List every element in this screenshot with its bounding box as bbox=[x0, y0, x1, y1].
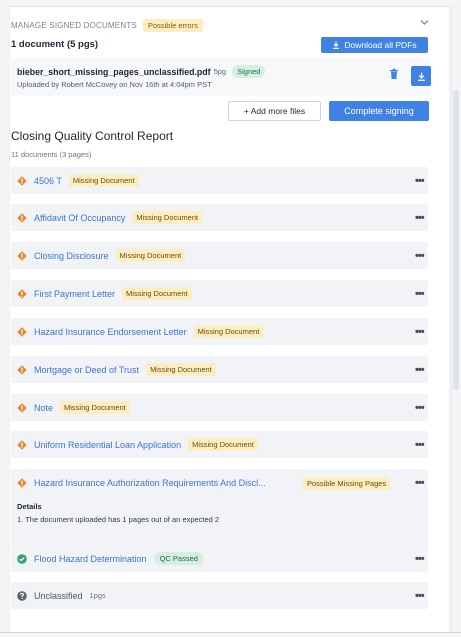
download-icon bbox=[333, 41, 340, 49]
file-name[interactable]: bieber_short_missing_pages_unclassified.… bbox=[17, 67, 211, 77]
download-all-label: Download all PDFs bbox=[344, 40, 417, 50]
file-pages: 5pg bbox=[213, 67, 227, 76]
section-header: MANAGE SIGNED DOCUMENTS Possible errors bbox=[11, 17, 203, 33]
diamond-warning-icon bbox=[17, 288, 27, 299]
details-heading: Details bbox=[17, 502, 42, 511]
status-badge: Missing Document bbox=[132, 211, 203, 224]
scrollbar-thumb[interactable] bbox=[453, 90, 459, 390]
document-link[interactable]: Uniform Residential Loan Application bbox=[34, 440, 181, 450]
document-link[interactable]: Flood Hazard Determination bbox=[34, 554, 147, 564]
diamond-warning-icon bbox=[17, 477, 27, 488]
more-dots-icon[interactable]: ••• bbox=[415, 167, 425, 194]
list-item: Unclassified 1pgs ••• bbox=[11, 582, 428, 609]
document-link[interactable]: 4506 T bbox=[34, 176, 62, 186]
document-label: Unclassified bbox=[34, 590, 83, 601]
list-item: Hazard Insurance Endorsement Letter Miss… bbox=[11, 318, 428, 345]
list-item: Uniform Residential Loan Application Mis… bbox=[11, 431, 428, 458]
diamond-warning-icon bbox=[17, 175, 27, 186]
report-title: Closing Quality Control Report bbox=[11, 129, 174, 143]
diamond-warning-icon bbox=[17, 439, 27, 450]
more-dots-icon[interactable]: ••• bbox=[415, 204, 425, 231]
more-dots-icon[interactable]: ••• bbox=[415, 431, 425, 458]
signed-badge: Signed bbox=[232, 65, 266, 78]
document-link[interactable]: Hazard Insurance Endorsement Letter bbox=[34, 327, 187, 337]
status-badge: QC Passed bbox=[153, 552, 204, 565]
add-more-files-button[interactable]: + Add more files bbox=[228, 101, 321, 121]
more-dots-icon[interactable]: ••• bbox=[415, 242, 425, 269]
document-link[interactable]: Mortgage or Deed of Trust bbox=[34, 365, 139, 375]
document-link[interactable]: Affidavit Of Occupancy bbox=[34, 213, 125, 223]
status-badge: Missing Document bbox=[188, 438, 258, 451]
document-link[interactable]: Hazard Insurance Authorization Requireme… bbox=[34, 478, 266, 488]
document-link[interactable]: Note bbox=[34, 403, 53, 413]
diamond-warning-icon bbox=[17, 402, 27, 413]
section-title: MANAGE SIGNED DOCUMENTS bbox=[11, 20, 137, 30]
status-badge: Possible Missing Pages bbox=[303, 477, 391, 490]
list-item: Note Missing Document ••• bbox=[11, 394, 428, 421]
status-badge: Missing Document bbox=[122, 287, 192, 300]
document-link[interactable]: Closing Disclosure bbox=[34, 251, 109, 261]
trash-icon[interactable] bbox=[388, 68, 400, 80]
complete-signing-button[interactable]: Complete signing bbox=[329, 101, 429, 121]
check-circle-icon bbox=[17, 553, 27, 564]
more-dots-icon[interactable]: ••• bbox=[415, 545, 425, 572]
list-item: Closing Disclosure Missing Document ••• bbox=[11, 242, 428, 269]
list-item: First Payment Letter Missing Document ••… bbox=[11, 280, 428, 307]
list-item: 4506 T Missing Document ••• bbox=[11, 167, 428, 194]
chevron-down-icon[interactable] bbox=[420, 18, 429, 28]
more-dots-icon[interactable]: ••• bbox=[415, 280, 425, 307]
uploaded-file-card: bieber_short_missing_pages_unclassified.… bbox=[11, 58, 431, 96]
more-dots-icon[interactable]: ••• bbox=[415, 469, 425, 496]
status-badge: Missing Document bbox=[193, 325, 264, 338]
more-dots-icon[interactable]: ••• bbox=[415, 356, 425, 383]
possible-errors-badge: Possible errors bbox=[142, 18, 203, 32]
document-link[interactable]: First Payment Letter bbox=[34, 289, 115, 299]
page-count: 1pgs bbox=[89, 591, 106, 600]
download-file-button[interactable] bbox=[411, 66, 431, 86]
uploaded-by-text: Uploaded by Robert McCovey on Nov 16th a… bbox=[17, 80, 212, 89]
download-all-button[interactable]: Download all PDFs bbox=[321, 37, 428, 53]
diamond-warning-icon bbox=[17, 212, 27, 223]
status-badge: Missing Document bbox=[68, 174, 139, 187]
details-text: 1. The document uploaded has 1 pages out… bbox=[17, 515, 220, 524]
status-badge: Missing Document bbox=[115, 249, 186, 262]
diamond-warning-icon bbox=[17, 250, 27, 261]
report-subtitle: 11 documents (3 pages) bbox=[11, 150, 92, 159]
divider bbox=[0, 632, 461, 633]
more-dots-icon[interactable]: ••• bbox=[415, 582, 425, 609]
document-count: 1 document (5 pgs) bbox=[11, 39, 99, 50]
status-badge: Missing Document bbox=[146, 363, 216, 376]
diamond-warning-icon bbox=[17, 326, 27, 337]
question-circle-icon bbox=[17, 590, 27, 601]
list-item: Mortgage or Deed of Trust Missing Docume… bbox=[11, 356, 428, 383]
more-dots-icon[interactable]: ••• bbox=[415, 318, 425, 345]
status-badge: Missing Document bbox=[60, 401, 130, 414]
list-item: Flood Hazard Determination QC Passed ••• bbox=[11, 545, 428, 572]
list-item-expanded: Hazard Insurance Authorization Requireme… bbox=[11, 469, 428, 546]
more-dots-icon[interactable]: ••• bbox=[415, 394, 425, 421]
diamond-warning-icon bbox=[17, 364, 27, 375]
list-item: Affidavit Of Occupancy Missing Document … bbox=[11, 204, 428, 231]
download-icon bbox=[417, 72, 425, 81]
